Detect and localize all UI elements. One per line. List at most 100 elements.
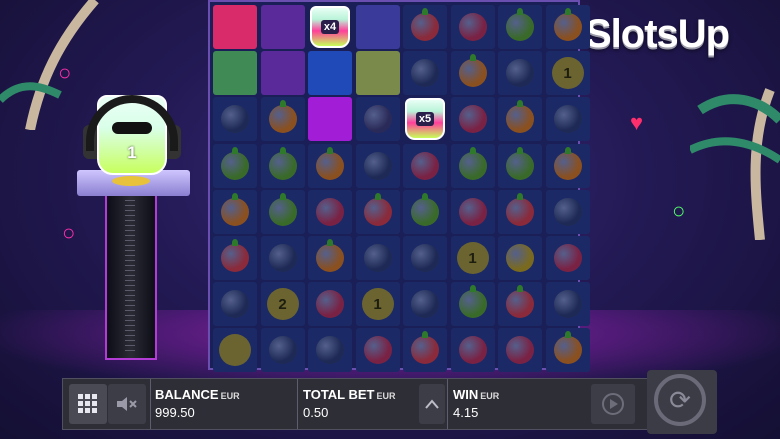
fruit-cell [260, 97, 305, 142]
color-tile [308, 97, 352, 142]
palm-left-decoration [0, 0, 99, 130]
fruit-icon [221, 146, 249, 180]
meter-plate [112, 176, 150, 186]
fruit-cell [545, 97, 590, 142]
fruit-icon [506, 192, 534, 226]
autoplay-button[interactable] [591, 384, 635, 424]
color-tile [213, 5, 257, 49]
control-bar: BALANCE EUR 999.50 TOTAL BET EUR 0.50 WIN E… [62, 378, 717, 430]
fruit-cell [260, 143, 305, 188]
fruit-icon [553, 8, 582, 41]
jar-multiplier: x4 [320, 20, 340, 34]
fruit-icon [506, 59, 534, 88]
meter-scale [125, 195, 135, 355]
fruit-cell [498, 5, 542, 49]
neon-apple-icon-left: ○ [62, 220, 76, 245]
fruit-icon [506, 146, 534, 180]
autoplay-icon [602, 393, 624, 415]
fruit-icon [363, 192, 392, 226]
balance-currency: EUR [220, 391, 240, 401]
chevron-up-icon [425, 399, 439, 409]
fruit-icon [316, 197, 344, 226]
jar-multiplier: x5 [415, 112, 435, 127]
fruit-icon [221, 290, 249, 319]
spin-arrows-icon: ⟳ [654, 374, 706, 426]
fruit-cell [213, 189, 257, 234]
spin-button[interactable]: ⟳ [647, 370, 717, 434]
fruit-cell [213, 282, 257, 327]
fruit-icon [458, 336, 487, 365]
fruit-cell [403, 328, 447, 373]
fruit-cell [260, 328, 305, 373]
sunglasses-icon [112, 122, 152, 134]
reel-grid: x4 1 x5 1 2 1 [208, 0, 590, 373]
fruit-cell [213, 236, 257, 280]
fruit-icon [411, 290, 439, 319]
fruit-icon [221, 105, 249, 134]
coin-icon: 1 [551, 57, 584, 90]
neon-strawberry-icon: ♥ [630, 110, 644, 135]
fruit-cell [545, 189, 590, 234]
fruit-cell [260, 189, 305, 234]
fruit-cell [498, 189, 542, 234]
fruit-cell [403, 282, 447, 327]
character-count: 1 [127, 143, 137, 162]
fruit-icon [411, 8, 439, 41]
coin-icon [219, 334, 251, 367]
fruit-cell [545, 328, 590, 373]
fruit-icon [316, 336, 344, 365]
fruit-icon [458, 285, 487, 319]
fruit-icon [458, 105, 487, 134]
total-bet-currency: EUR [376, 391, 396, 401]
fruit-cell [545, 282, 590, 327]
bet-up-button[interactable] [419, 384, 445, 424]
fruit-cell [308, 328, 352, 373]
fruit-icon [506, 244, 534, 272]
fruit-icon [316, 146, 344, 180]
fruit-cell [545, 143, 590, 188]
coin-cell: 1 [545, 51, 590, 96]
fruit-icon [553, 244, 582, 272]
fruit-cell [403, 5, 447, 49]
fruit-icon [268, 146, 297, 180]
separator [297, 379, 298, 429]
win-value: 4.15 [453, 405, 479, 420]
fruit-icon [268, 192, 297, 226]
palm-right-decoration [690, 88, 780, 240]
fruit-icon [506, 100, 534, 134]
neon-apple-icon-right: ○ [672, 198, 686, 223]
fruit-icon [268, 244, 297, 272]
grid-menu-icon[interactable] [69, 384, 107, 424]
coin-icon: 1 [456, 242, 489, 274]
fruit-icon [221, 192, 249, 226]
multiplier-jar-icon: x5 [405, 98, 445, 141]
color-tile [213, 51, 257, 96]
fruit-icon [363, 336, 392, 365]
color-tile [260, 51, 305, 96]
color-tile [260, 5, 305, 49]
fruit-icon [506, 285, 534, 319]
balance-label: BALANCE EUR [155, 387, 240, 402]
fruit-cell [450, 282, 495, 327]
mute-speaker-icon[interactable] [108, 384, 146, 424]
fruit-icon [411, 59, 439, 88]
fruit-icon [316, 290, 344, 319]
fruit-icon [458, 54, 487, 88]
fruit-cell [308, 282, 352, 327]
fruit-icon [553, 146, 582, 180]
fruit-cell [213, 143, 257, 188]
fruit-cell [355, 189, 400, 234]
fruit-cell [450, 5, 495, 49]
coin-cell: 1 [355, 282, 400, 327]
fruit-icon [506, 8, 534, 41]
color-tile [308, 51, 352, 96]
fruit-icon [553, 105, 582, 134]
fruit-icon [506, 336, 534, 365]
jar-cell: x5 [403, 97, 447, 141]
fruit-icon [221, 239, 249, 272]
jar-cell: x4 [308, 5, 352, 49]
fruit-cell [450, 51, 495, 96]
fruit-icon [458, 13, 487, 41]
fruit-icon [458, 146, 487, 180]
coin-cell [213, 328, 257, 373]
